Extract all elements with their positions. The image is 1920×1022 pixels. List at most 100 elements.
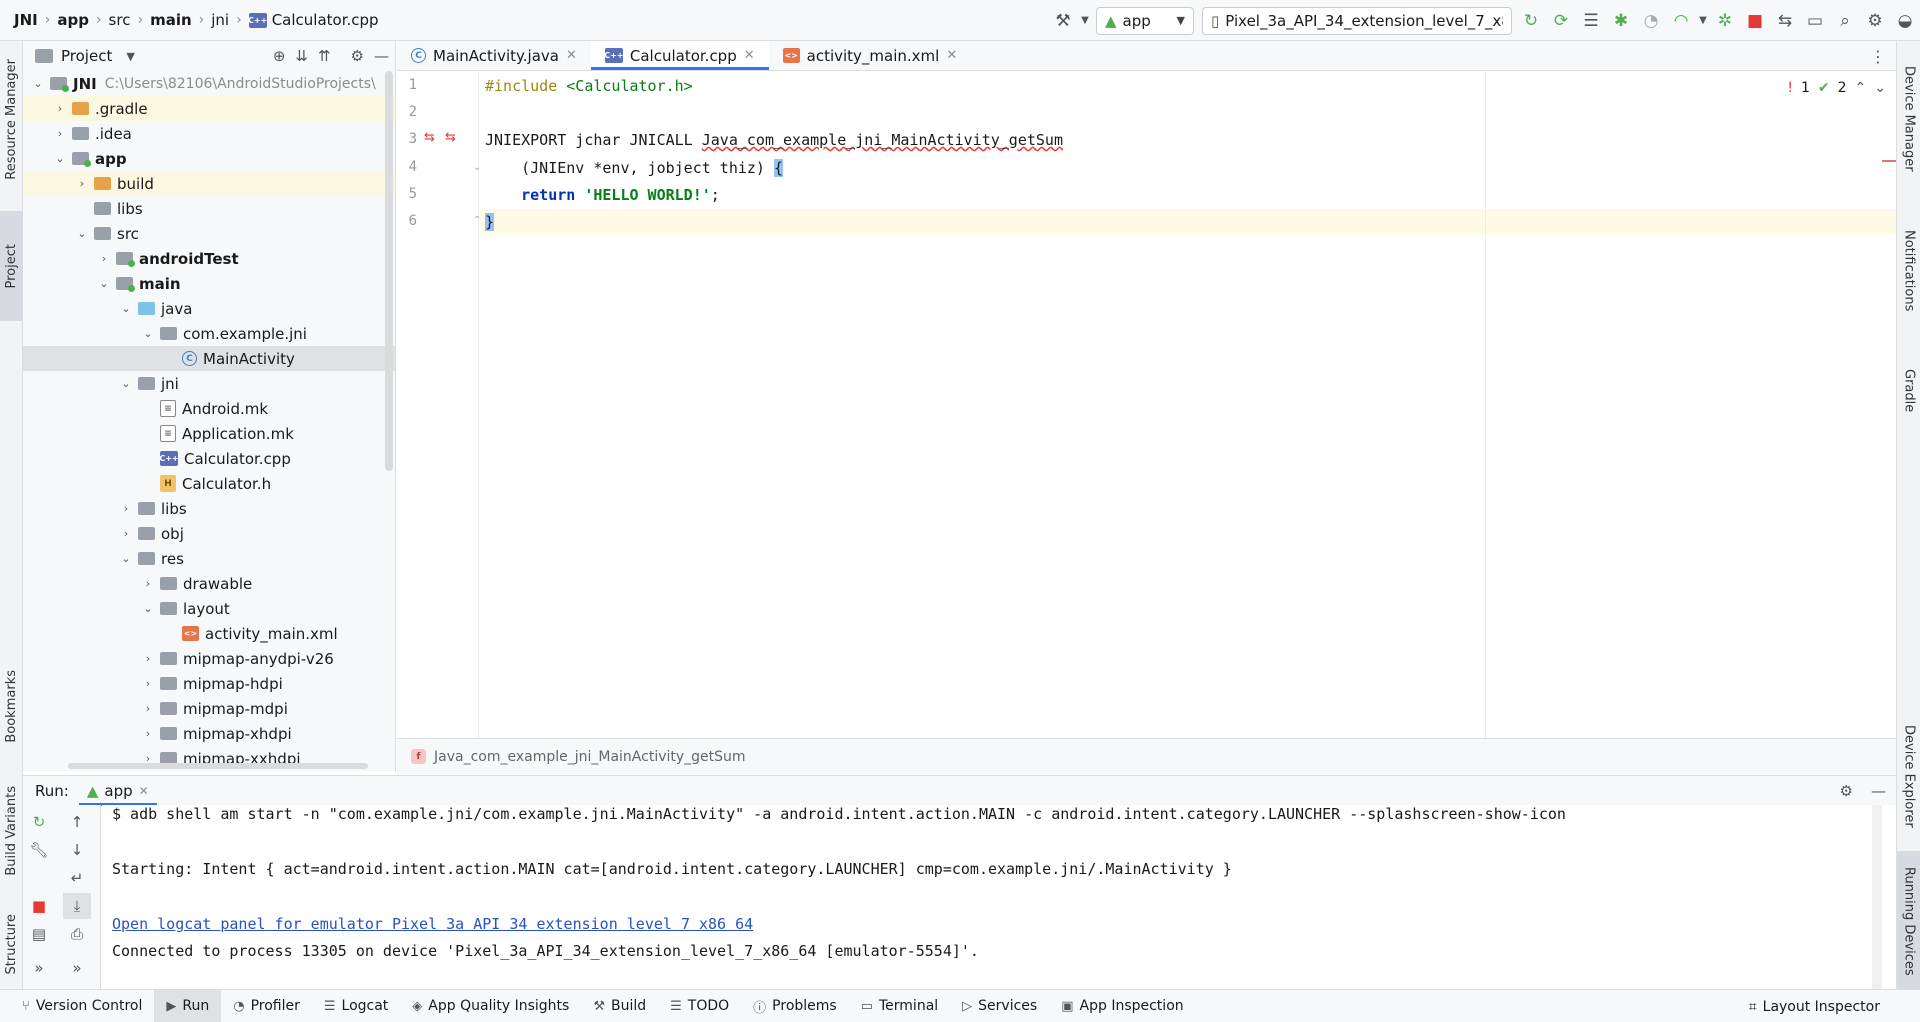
tool-layout-inspector[interactable]: ⌗ Layout Inspector bbox=[1749, 990, 1880, 1022]
breadcrumb-item[interactable]: main bbox=[150, 11, 198, 29]
locate-icon[interactable]: ⊕ bbox=[273, 47, 286, 65]
apply-changes-icon[interactable]: ↻ bbox=[1516, 6, 1546, 36]
expand-all-icon[interactable]: ⇊ bbox=[295, 47, 308, 65]
tree-item[interactable]: › .gradle bbox=[23, 96, 395, 121]
sync-gradle-icon[interactable]: ⇆ bbox=[1770, 6, 1800, 36]
tab-calculator-cpp[interactable]: C++ Calculator.cpp ✕ bbox=[590, 41, 769, 70]
tool-version-control[interactable]: ⑂ Version Control bbox=[10, 990, 154, 1022]
chevron-down-icon[interactable]: ⌄ bbox=[53, 152, 67, 165]
chevron-down-icon[interactable]: ⌄ bbox=[97, 277, 111, 290]
chevron-right-icon[interactable]: › bbox=[119, 502, 133, 515]
soft-wrap-icon[interactable]: ↵ bbox=[63, 865, 91, 891]
tree-item[interactable]: C MainActivity bbox=[23, 346, 395, 371]
tree-item[interactable]: ⌄ layout bbox=[23, 596, 395, 621]
layout-icon[interactable]: ▤ bbox=[25, 921, 53, 947]
chevron-down-icon[interactable]: ⌄ bbox=[119, 552, 133, 565]
arrow-up-icon[interactable]: ↑ bbox=[63, 809, 91, 835]
logcat-link[interactable]: Open logcat panel for emulator Pixel 3a … bbox=[112, 915, 753, 933]
tree-item[interactable]: › drawable bbox=[23, 571, 395, 596]
tree-item[interactable]: ⌄ jni bbox=[23, 371, 395, 396]
chevron-right-icon[interactable]: › bbox=[119, 527, 133, 540]
list-icon[interactable]: ☰ bbox=[1576, 6, 1606, 36]
tree-item[interactable]: ⌄ com.example.jni bbox=[23, 321, 395, 346]
run-console[interactable]: $ adb shell am start -n "com.example.jni… bbox=[102, 805, 1882, 989]
tree-item[interactable]: ⌄ main bbox=[23, 271, 395, 296]
close-icon[interactable]: ✕ bbox=[744, 48, 755, 63]
tool-notifications[interactable]: Notifications bbox=[1897, 201, 1920, 341]
tree-item[interactable]: ≡ Android.mk bbox=[23, 396, 395, 421]
tree-item[interactable]: libs bbox=[23, 196, 395, 221]
tool-logcat[interactable]: ☰ Logcat bbox=[312, 990, 400, 1022]
chevron-down-icon[interactable]: ⌄ bbox=[75, 227, 89, 240]
minimize-icon[interactable]: — bbox=[1871, 782, 1886, 800]
tool-resource-manager[interactable]: Resource Manager bbox=[0, 49, 23, 189]
minimize-icon[interactable]: — bbox=[374, 47, 389, 65]
tree-item[interactable]: <> activity_main.xml bbox=[23, 621, 395, 646]
tool-project[interactable]: Project bbox=[0, 211, 23, 321]
tree-item[interactable]: › obj bbox=[23, 521, 395, 546]
inspection-widget[interactable]: ! 1 ✔ 2 ⌃ ⌄ bbox=[1787, 80, 1886, 96]
scrollbar-horizontal[interactable] bbox=[68, 763, 368, 769]
tab-mainactivity-java[interactable]: C MainActivity.java ✕ bbox=[397, 41, 591, 70]
coverage-icon[interactable]: ◠ bbox=[1666, 6, 1696, 36]
attach-debugger-icon[interactable]: ✲ bbox=[1710, 6, 1740, 36]
tab-activity-main-xml[interactable]: <> activity_main.xml ✕ bbox=[769, 41, 972, 70]
chevron-right-icon[interactable]: › bbox=[141, 727, 155, 740]
stop-icon[interactable]: ■ bbox=[25, 893, 53, 919]
tree-item[interactable]: ⌄ src bbox=[23, 221, 395, 246]
arrow-down-icon[interactable]: ↓ bbox=[63, 837, 91, 863]
close-icon[interactable]: ✕ bbox=[946, 48, 957, 63]
tree-item[interactable]: ⌄ JNI C:\Users\82106\AndroidStudioProjects… bbox=[23, 71, 395, 96]
tree-item[interactable]: C++ Calculator.cpp bbox=[23, 446, 395, 471]
tree-item[interactable]: › mipmap-xhdpi bbox=[23, 721, 395, 746]
tool-profiler[interactable]: ◔ Profiler bbox=[221, 990, 312, 1022]
device-select[interactable]: ▯ Pixel_3a_API_34_extension_level_7_x86_… bbox=[1202, 6, 1512, 35]
tool-build[interactable]: ⚒ Build bbox=[581, 990, 658, 1022]
scrollbar[interactable] bbox=[1872, 805, 1882, 989]
close-icon[interactable]: ✕ bbox=[566, 48, 577, 63]
project-view-title[interactable]: Project bbox=[61, 47, 112, 65]
navigate-to-java-icon[interactable]: ⇆ bbox=[424, 130, 435, 145]
device-manager-icon[interactable]: ▭ bbox=[1800, 6, 1830, 36]
chevron-down-icon[interactable]: ⌄ bbox=[141, 602, 155, 615]
chevron-right-icon[interactable]: › bbox=[53, 102, 67, 115]
debug-icon[interactable]: ✱ bbox=[1606, 6, 1636, 36]
tool-running-devices[interactable]: Running Devices bbox=[1897, 851, 1920, 991]
tree-item[interactable]: ≡ Application.mk bbox=[23, 421, 395, 446]
tree-item[interactable]: › build bbox=[23, 171, 395, 196]
tool-services[interactable]: ▷ Services bbox=[950, 990, 1049, 1022]
tree-item[interactable]: › androidTest bbox=[23, 246, 395, 271]
chevron-right-icon[interactable]: › bbox=[141, 577, 155, 590]
chevron-down-icon[interactable]: ▼ bbox=[1078, 6, 1092, 36]
breadcrumb-item[interactable]: src bbox=[109, 11, 137, 29]
hammer-icon[interactable]: ⚒ bbox=[1048, 6, 1078, 36]
tool-bookmarks[interactable]: Bookmarks bbox=[0, 651, 23, 761]
navigate-to-java-icon[interactable]: ⇆ bbox=[445, 130, 456, 145]
chevron-down-icon[interactable]: ▼ bbox=[1696, 6, 1710, 36]
chevron-right-icon[interactable]: › bbox=[75, 177, 89, 190]
tool-app-inspection[interactable]: ▣ App Inspection bbox=[1049, 990, 1195, 1022]
tool-structure[interactable]: Structure bbox=[0, 899, 23, 989]
error-stripe-mark[interactable] bbox=[1882, 160, 1896, 162]
gear-icon[interactable]: ⚙ bbox=[1860, 6, 1890, 36]
chevron-right-icon[interactable]: › bbox=[141, 702, 155, 715]
fold-icon[interactable]: ⌄ bbox=[473, 162, 481, 173]
tree-item[interactable]: ⌄ java bbox=[23, 296, 395, 321]
tool-problems[interactable]: ⓘ Problems bbox=[741, 990, 849, 1022]
breadcrumb-item[interactable]: app bbox=[57, 11, 95, 29]
collapse-all-icon[interactable]: ⇈ bbox=[318, 47, 331, 65]
android-studio-icon[interactable]: ◒ bbox=[1890, 6, 1920, 36]
chevron-down-icon[interactable]: ⌄ bbox=[119, 302, 133, 315]
chevron-right-icon[interactable]: › bbox=[53, 127, 67, 140]
tree-item[interactable]: ⌄ res bbox=[23, 546, 395, 571]
more-icon[interactable]: » bbox=[63, 955, 91, 981]
tool-gradle[interactable]: Gradle bbox=[1897, 351, 1920, 431]
search-icon[interactable]: ⌕ bbox=[1830, 6, 1860, 36]
tree-item[interactable]: H Calculator.h bbox=[23, 471, 395, 496]
breadcrumb-item[interactable]: jni bbox=[211, 11, 235, 29]
profile-icon[interactable]: ◔ bbox=[1636, 6, 1666, 36]
apply-code-changes-icon[interactable]: ⟳ bbox=[1546, 6, 1576, 36]
stop-icon[interactable]: ■ bbox=[1740, 6, 1770, 36]
code-editor[interactable]: 1 2 3 4 5 6 ⇆ ⇆ ⌄ ⌃ #include <Calculator… bbox=[397, 72, 1896, 738]
tool-device-explorer[interactable]: Device Explorer bbox=[1897, 711, 1920, 841]
